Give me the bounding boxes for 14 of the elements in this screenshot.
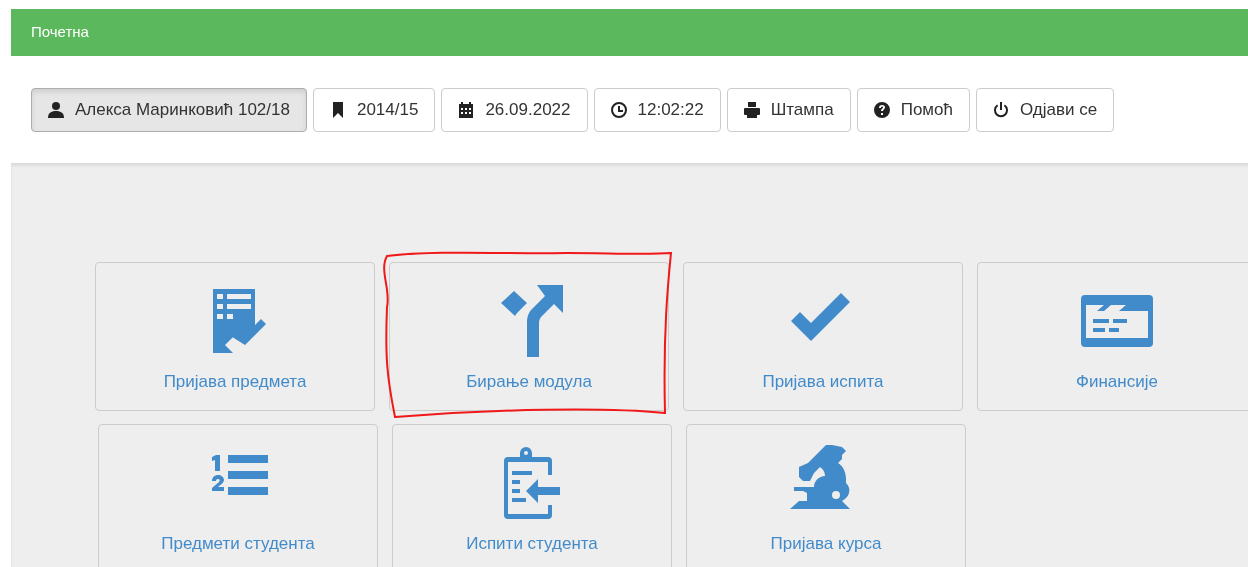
help-icon: [872, 101, 891, 119]
toolbar-button[interactable]: 26.09.2022: [441, 88, 588, 132]
toolbar-button[interactable]: Штампа: [726, 88, 851, 132]
toolbar-button[interactable]: Алекса Маринковић 102/18: [31, 88, 307, 132]
power-icon: [991, 101, 1010, 119]
clock-icon: [609, 101, 628, 119]
person-icon: [47, 101, 65, 119]
toolbar-button[interactable]: 2014/15: [312, 88, 436, 132]
toolbar-button[interactable]: Помоћ: [856, 88, 970, 132]
calendar-icon: [457, 101, 476, 119]
printer-icon: [742, 101, 761, 119]
toolbar-button[interactable]: Одјави се: [975, 88, 1115, 132]
toolbar-button[interactable]: 12:02:22: [593, 88, 721, 132]
page-title: Почетна: [31, 22, 89, 43]
